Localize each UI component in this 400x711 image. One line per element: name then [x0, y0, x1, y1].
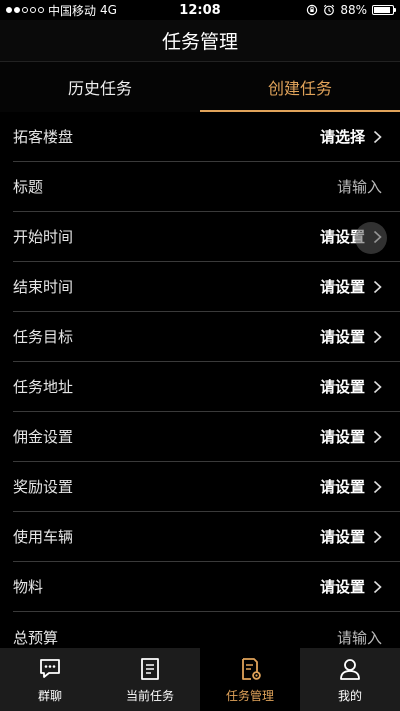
chevron-right-icon — [373, 530, 382, 543]
person-icon — [340, 658, 360, 680]
tabbar-label: 我的 — [337, 688, 362, 703]
create-task-form: 拓客楼盘 请选择 标题 请输入 开始时间 请设置 结束时间 请设置 任务目标 请… — [0, 112, 400, 662]
form-row-commission[interactable]: 佣金设置 请设置 — [13, 412, 400, 462]
alarm-icon — [324, 4, 335, 16]
row-value: 请设置 — [319, 578, 365, 596]
bottom-tab-bar: 群聊 当前任务 任务管理 我的 — [0, 648, 400, 711]
row-right: 请输入 — [337, 176, 382, 197]
tabbar-item-current-task[interactable]: 当前任务 — [100, 648, 200, 711]
chevron-right-icon — [373, 480, 382, 493]
signal-strength-icon — [6, 7, 44, 13]
chevron-right-icon — [373, 330, 382, 343]
chevron-right-icon — [373, 280, 382, 293]
tabbar-item-group-chat[interactable]: 群聊 — [0, 648, 100, 711]
status-right: 88% — [306, 3, 396, 17]
assistive-touch-button[interactable] — [355, 222, 387, 254]
battery-icon — [372, 5, 396, 15]
row-label: 拓客楼盘 — [13, 128, 74, 146]
form-row-title[interactable]: 标题 请输入 — [13, 162, 400, 212]
form-row-start-time[interactable]: 开始时间 请设置 — [13, 212, 400, 262]
row-value: 请设置 — [319, 528, 365, 546]
row-right: 请输入 — [337, 627, 382, 648]
row-label: 标题 — [13, 178, 44, 196]
row-value: 请设置 — [319, 478, 365, 496]
tabbar-label: 任务管理 — [225, 688, 274, 703]
segment-tabs: 历史任务 创建任务 — [0, 62, 400, 112]
form-row-task-address[interactable]: 任务地址 请设置 — [13, 362, 400, 412]
tabbar-label: 当前任务 — [125, 688, 174, 703]
form-row-end-time[interactable]: 结束时间 请设置 — [13, 262, 400, 312]
row-label: 任务地址 — [13, 378, 74, 396]
form-row-reward[interactable]: 奖励设置 请设置 — [13, 462, 400, 512]
row-value: 请设置 — [319, 328, 365, 346]
row-value: 请设置 — [319, 378, 365, 396]
form-row-materials[interactable]: 物料 请设置 — [13, 562, 400, 612]
row-label: 使用车辆 — [13, 528, 74, 546]
title-input-placeholder[interactable]: 请输入 — [337, 176, 382, 197]
tab-history-tasks[interactable]: 历史任务 — [0, 62, 200, 112]
chevron-right-icon — [373, 580, 382, 593]
chevron-right-icon — [373, 130, 382, 143]
document-icon — [141, 657, 159, 680]
navigation-bar: 任务管理 — [0, 20, 400, 62]
row-right: 请设置 — [320, 376, 382, 397]
status-left: 中国移动 4G — [6, 2, 117, 19]
chevron-right-icon — [373, 430, 382, 443]
row-value: 请设置 — [319, 278, 365, 296]
form-row-task-goal[interactable]: 任务目标 请设置 — [13, 312, 400, 362]
row-label: 开始时间 — [13, 228, 74, 246]
tab-create-task[interactable]: 创建任务 — [200, 62, 400, 112]
carrier-name: 中国移动 — [48, 3, 97, 18]
row-right: 请设置 — [320, 426, 382, 447]
form-row-vehicle[interactable]: 使用车辆 请设置 — [13, 512, 400, 562]
network-type: 4G — [100, 3, 117, 17]
battery-level-fill — [374, 7, 390, 13]
row-right: 请设置 — [320, 526, 382, 547]
row-label: 奖励设置 — [13, 478, 74, 496]
row-label: 任务目标 — [13, 328, 74, 346]
budget-input-placeholder[interactable]: 请输入 — [337, 627, 382, 648]
row-right: 请设置 — [320, 276, 382, 297]
row-label: 总预算 — [13, 628, 59, 647]
chevron-right-icon — [373, 380, 382, 393]
tabbar-item-me[interactable]: 我的 — [300, 648, 400, 711]
status-bar: 中国移动 4G 12:08 88% — [0, 0, 400, 20]
row-label: 物料 — [13, 578, 44, 596]
form-row-property[interactable]: 拓客楼盘 请选择 — [13, 112, 400, 162]
row-right: 请设置 — [320, 576, 382, 597]
tab-label: 历史任务 — [67, 79, 132, 98]
row-right: 请设置 — [320, 326, 382, 347]
row-value: 请设置 — [319, 428, 365, 446]
row-value: 请选择 — [319, 128, 365, 146]
task-settings-icon — [242, 657, 261, 680]
row-label: 佣金设置 — [13, 428, 74, 446]
tabbar-label: 群聊 — [37, 688, 62, 703]
rotation-lock-icon — [307, 4, 318, 16]
tab-label: 创建任务 — [267, 79, 332, 98]
chat-icon — [40, 658, 60, 678]
row-label: 结束时间 — [13, 278, 74, 296]
battery-percent: 88% — [340, 3, 367, 17]
page-title: 任务管理 — [161, 31, 238, 53]
row-right: 请设置 — [320, 476, 382, 497]
row-right: 请选择 — [320, 126, 382, 147]
tabbar-item-task-management[interactable]: 任务管理 — [200, 648, 300, 711]
